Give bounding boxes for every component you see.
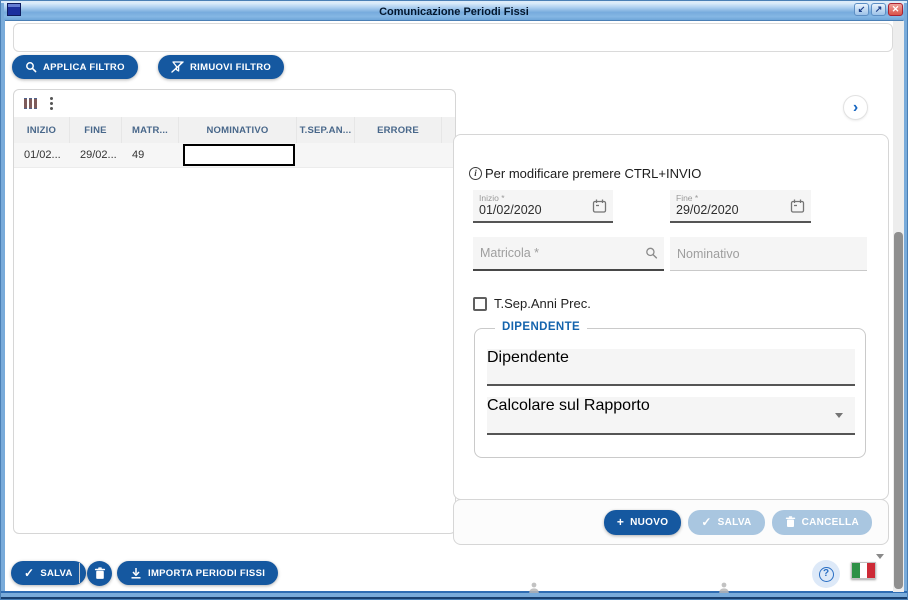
- flag-red-stripe: [867, 563, 876, 578]
- table-row[interactable]: 01/02... 29/02... 49: [14, 143, 455, 168]
- restore-window-button[interactable]: ↙: [854, 3, 869, 16]
- cell-matricola[interactable]: 49: [122, 143, 179, 167]
- applica-filtro-label: APPLICA FILTRO: [43, 61, 125, 73]
- cancella-label: CANCELLA: [801, 516, 859, 528]
- collapsed-filter-panel[interactable]: [13, 23, 893, 52]
- window-frame-line: [1, 591, 907, 593]
- search-icon: [26, 62, 37, 73]
- cell-inizio[interactable]: 01/02...: [14, 143, 70, 167]
- question-icon: ?: [818, 566, 834, 582]
- salva-form-label: SALVA: [717, 516, 752, 528]
- nominativo-field[interactable]: Nominativo: [670, 237, 867, 271]
- delete-button[interactable]: [87, 561, 112, 586]
- help-button[interactable]: ?: [812, 560, 840, 588]
- periodi-grid-panel: INIZIO FINE MATR... NOMINATIVO T.SEP.AN.…: [13, 89, 456, 534]
- salva-form-button[interactable]: ✓ SALVA: [688, 509, 765, 535]
- focused-cell-outline[interactable]: [183, 144, 295, 166]
- maximize-window-button[interactable]: ↗: [871, 3, 886, 16]
- cancella-button[interactable]: CANCELLA: [771, 509, 872, 535]
- fine-date-field[interactable]: Fine * 29/02/2020: [670, 190, 811, 223]
- scrollbar-thumb[interactable]: [894, 232, 903, 589]
- column-header-tsep[interactable]: T.SEP.AN...: [297, 117, 355, 143]
- close-window-button[interactable]: ✕: [888, 3, 903, 16]
- trash-icon: [785, 516, 795, 527]
- flag-white-stripe: [859, 563, 868, 578]
- filter-off-icon: [171, 61, 184, 73]
- column-chooser-icon[interactable]: [24, 98, 37, 109]
- window-title: Comunicazione Periodi Fissi: [379, 5, 529, 18]
- importa-periodi-label: IMPORTA PERIODI FISSI: [148, 567, 266, 579]
- calcolare-rapporto-select[interactable]: Calcolare sul Rapporto: [487, 397, 855, 435]
- calendar-icon[interactable]: [790, 198, 805, 213]
- cell-tsep[interactable]: [297, 143, 355, 167]
- person-icon: [719, 582, 729, 593]
- edit-hint-text: Per modificare premere CTRL+INVIO: [485, 166, 702, 181]
- application-icon: [7, 3, 21, 16]
- dipendente-legend: DIPENDENTE: [495, 321, 588, 333]
- dipendente-field[interactable]: Dipendente: [487, 349, 855, 386]
- fine-field-value: 29/02/2020: [676, 203, 739, 217]
- applica-filtro-button[interactable]: APPLICA FILTRO: [12, 55, 138, 79]
- download-icon: [131, 568, 141, 579]
- window-frame-bottom: [1, 597, 907, 599]
- more-options-icon[interactable]: [50, 97, 53, 110]
- language-caret-icon: [876, 554, 884, 559]
- inizio-field-label: Inizio *: [479, 193, 505, 203]
- application-window: Comunicazione Periodi Fissi ↙ ↗ ✕ APPLIC…: [0, 0, 908, 600]
- cell-fine[interactable]: 29/02...: [70, 143, 122, 167]
- inizio-date-field[interactable]: Inizio * 01/02/2020: [473, 190, 613, 223]
- trash-icon: [94, 567, 105, 579]
- tsep-checkbox-label: T.Sep.Anni Prec.: [494, 296, 591, 311]
- title-bar: Comunicazione Periodi Fissi: [4, 3, 904, 20]
- calendar-icon[interactable]: [592, 198, 607, 213]
- cell-errore[interactable]: [355, 143, 442, 167]
- expand-panel-button[interactable]: ›: [843, 95, 868, 120]
- vertical-scrollbar[interactable]: [893, 21, 904, 592]
- rimuovi-filtro-button[interactable]: RIMUOVI FILTRO: [158, 55, 285, 79]
- tsep-checkbox-row[interactable]: T.Sep.Anni Prec.: [473, 296, 591, 311]
- column-header-nominativo[interactable]: NOMINATIVO: [179, 117, 297, 143]
- salva-main-button[interactable]: ✓ SALVA: [11, 561, 86, 585]
- fine-field-label: Fine *: [676, 193, 699, 203]
- importa-periodi-button[interactable]: IMPORTA PERIODI FISSI: [117, 561, 279, 585]
- column-header-matricola[interactable]: MATR...: [122, 117, 179, 143]
- nuovo-button[interactable]: + NUOVO: [603, 509, 682, 535]
- person-icon: [529, 582, 539, 593]
- plus-icon: +: [616, 515, 625, 529]
- matricola-field-label: Matricola *: [480, 246, 540, 260]
- window-controls: ↙ ↗ ✕: [854, 3, 903, 16]
- rimuovi-filtro-label: RIMUOVI FILTRO: [190, 61, 272, 73]
- nominativo-placeholder: Nominativo: [677, 246, 740, 261]
- dipendente-fieldset: DIPENDENTE Dipendente Calcolare sul Rapp…: [474, 321, 866, 458]
- italian-flag-icon[interactable]: [851, 562, 876, 579]
- edit-hint: i Per modificare premere CTRL+INVIO: [469, 166, 701, 181]
- column-header-errore[interactable]: ERRORE: [355, 117, 442, 143]
- check-icon: ✓: [701, 515, 712, 529]
- column-header-fine[interactable]: FINE: [70, 117, 122, 143]
- salva-main-label: SALVA: [40, 567, 73, 579]
- check-icon: ✓: [24, 566, 35, 580]
- chevron-right-icon: ›: [852, 98, 859, 116]
- calcolare-rapporto-placeholder: Calcolare sul Rapporto: [487, 397, 650, 414]
- nuovo-label: NUOVO: [630, 516, 669, 528]
- toolbar-divider: [79, 563, 80, 583]
- search-icon[interactable]: [645, 247, 658, 260]
- flag-green-stripe: [852, 563, 860, 578]
- column-header-inizio[interactable]: INIZIO: [14, 117, 70, 143]
- grid-header-row: INIZIO FINE MATR... NOMINATIVO T.SEP.AN.…: [14, 117, 455, 143]
- matricola-field[interactable]: Matricola *: [473, 237, 664, 271]
- form-action-bar: + NUOVO ✓ SALVA CANCELLA: [453, 499, 889, 545]
- tsep-checkbox[interactable]: [473, 296, 487, 311]
- chevron-down-icon: [835, 413, 843, 418]
- info-icon: i: [469, 167, 482, 180]
- grid-toolbar: [14, 90, 455, 117]
- dipendente-placeholder: Dipendente: [487, 349, 569, 366]
- inizio-field-value: 01/02/2020: [479, 203, 542, 217]
